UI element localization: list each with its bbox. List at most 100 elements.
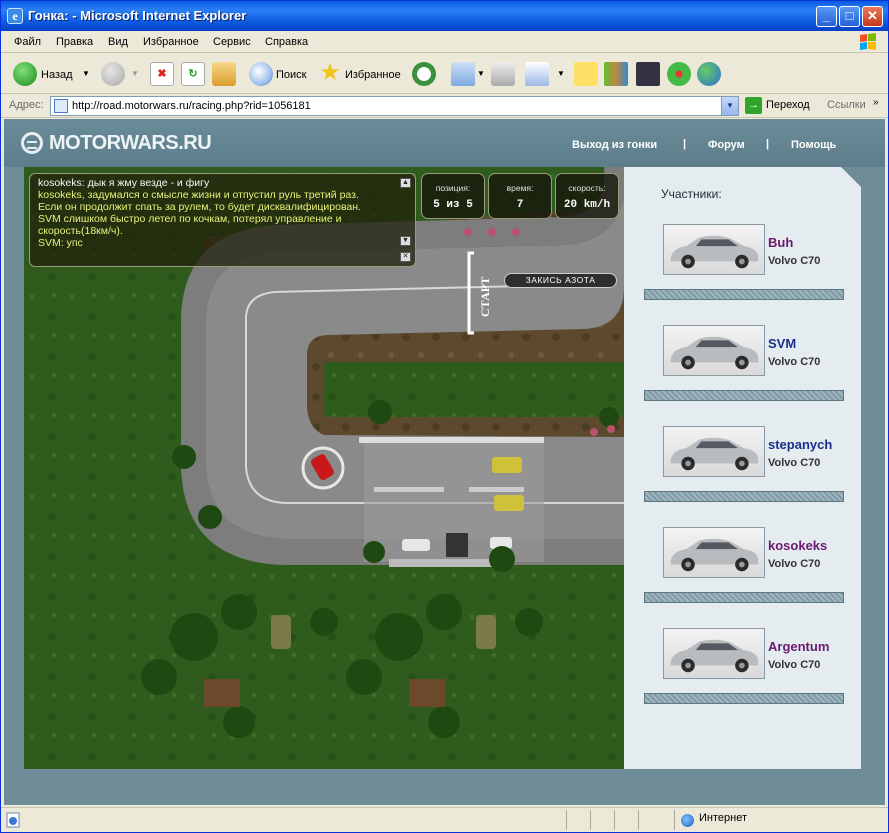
research-button[interactable]: [602, 58, 630, 90]
back-arrow-icon: [13, 62, 37, 86]
edit-dropdown-icon[interactable]: ▼: [557, 69, 565, 78]
status-divider: [638, 810, 639, 830]
menu-bar: Файл Правка Вид Избранное Сервис Справка: [1, 31, 888, 53]
search-button[interactable]: Поиск: [247, 58, 309, 90]
participant-name[interactable]: stepanych: [768, 437, 832, 452]
search-icon: [249, 62, 273, 86]
star-icon: ★: [319, 59, 341, 86]
media-button[interactable]: [634, 58, 662, 90]
history-icon: [412, 62, 436, 86]
menu-tools[interactable]: Сервис: [213, 36, 251, 48]
progress-bar: [644, 390, 844, 401]
progress-bar: [644, 592, 844, 603]
address-dropdown-icon[interactable]: ▼: [721, 97, 738, 115]
chat-line: SVM: упс: [38, 237, 83, 249]
progress-bar: [644, 693, 844, 704]
participant-card[interactable]: stepanych Volvo C70: [644, 426, 844, 516]
participant-name[interactable]: kosokeks: [768, 538, 827, 553]
edit-button[interactable]: ▼: [523, 58, 567, 90]
forward-dropdown-icon[interactable]: ▼: [131, 69, 139, 78]
stop-icon: ✖: [150, 62, 174, 86]
participants-panel: Участники: Buh Volvo C70 SVM Volvo C70 s…: [624, 167, 861, 769]
site-logo[interactable]: MOTORWARS.RU: [49, 132, 212, 155]
start-line-label: СТАРТ: [478, 276, 492, 317]
internet-globe-icon: [681, 814, 694, 827]
discuss-button[interactable]: [572, 58, 600, 90]
mail-icon: [451, 62, 475, 86]
participant-card[interactable]: Buh Volvo C70: [644, 224, 844, 314]
nitro-button[interactable]: ЗАКИСЬ АЗОТА: [504, 273, 617, 288]
participants-title: Участники:: [661, 187, 722, 201]
nav-forum[interactable]: Форум: [708, 139, 745, 151]
toolbar: Назад ▼ ▼ ✖ ↻ Поиск ★ Избранное ▼ ▼: [1, 54, 888, 94]
minimize-button[interactable]: _: [816, 6, 837, 27]
print-button[interactable]: [489, 58, 517, 90]
stop-button[interactable]: ✖: [148, 58, 174, 90]
participant-name[interactable]: SVM: [768, 336, 796, 351]
status-divider: [614, 810, 615, 830]
car-image: [663, 325, 765, 376]
participant-name[interactable]: Buh: [768, 235, 793, 250]
edit-page-icon: [525, 62, 549, 86]
participant-card[interactable]: Argentum Volvo C70: [644, 628, 844, 718]
car-image: [663, 426, 765, 477]
page-content: MOTORWARS.RU Выход из гонки | Форум | По…: [4, 119, 885, 805]
time-value: 7: [516, 199, 524, 211]
chat-scroll-down-icon[interactable]: ▼: [400, 236, 411, 246]
go-arrow-icon: →: [745, 97, 762, 114]
chat-close-icon[interactable]: ✕: [400, 252, 411, 262]
chat-messages: kosokeks: дык я жму везде - и фигу kosok…: [38, 177, 398, 249]
nav-help[interactable]: Помощь: [791, 139, 836, 151]
forward-arrow-icon: [101, 62, 125, 86]
maximize-button[interactable]: □: [839, 6, 860, 27]
participant-car: Volvo C70: [768, 659, 821, 671]
address-input[interactable]: http://road.motorwars.ru/racing.php?rid=…: [50, 96, 739, 116]
participant-card[interactable]: kosokeks Volvo C70: [644, 527, 844, 617]
menu-edit[interactable]: Правка: [56, 36, 93, 48]
back-button[interactable]: Назад ▼: [9, 58, 90, 90]
refresh-button[interactable]: ↻: [179, 58, 205, 90]
participant-card[interactable]: SVM Volvo C70: [644, 325, 844, 415]
page-favicon: [54, 99, 68, 113]
race-track-view[interactable]: kosokeks: дык я жму везде - и фигу kosok…: [24, 167, 624, 769]
menu-favorites[interactable]: Избранное: [143, 36, 199, 48]
icq-button[interactable]: [665, 58, 693, 90]
panel-corner: [841, 167, 861, 187]
menu-help[interactable]: Справка: [265, 36, 308, 48]
participant-car: Volvo C70: [768, 356, 821, 368]
home-button[interactable]: [210, 58, 238, 90]
address-bar: Адрес: http://road.motorwars.ru/racing.p…: [1, 94, 888, 118]
links-button[interactable]: Ссылки: [827, 99, 866, 111]
title-bar[interactable]: e Гонка: - Microsoft Internet Explorer _…: [1, 1, 888, 31]
menu-view[interactable]: Вид: [108, 36, 128, 48]
books-icon: [604, 62, 628, 86]
mail-button[interactable]: ▼: [449, 58, 485, 90]
mail-dropdown-icon[interactable]: ▼: [477, 69, 485, 78]
address-url[interactable]: http://road.motorwars.ru/racing.php?rid=…: [72, 100, 311, 112]
messenger-button[interactable]: [695, 58, 723, 90]
participant-car: Volvo C70: [768, 457, 821, 469]
ie-icon: e: [7, 8, 23, 24]
chat-line: скорость(18км/ч).: [38, 225, 123, 237]
back-dropdown-icon[interactable]: ▼: [82, 69, 90, 78]
time-label: время:: [506, 183, 534, 193]
progress-bar: [644, 491, 844, 502]
progress-bar: [644, 289, 844, 300]
history-button[interactable]: [410, 58, 438, 90]
chat-line: SVM слишком быстро летел по кочкам, поте…: [38, 213, 342, 225]
car-image: [663, 224, 765, 275]
links-chevron-icon[interactable]: »: [873, 97, 879, 108]
nav-separator: |: [683, 138, 687, 150]
close-button[interactable]: ✕: [862, 6, 883, 27]
chat-scroll-up-icon[interactable]: ▲: [400, 178, 411, 188]
note-icon: [574, 62, 598, 86]
nav-exit-race[interactable]: Выход из гонки: [572, 139, 657, 151]
forward-button[interactable]: ▼: [97, 58, 141, 90]
time-stat: время: 7: [488, 173, 552, 219]
menu-file[interactable]: Файл: [14, 36, 41, 48]
chat-line: kosokeks: дык я жму везде - и фигу: [38, 177, 210, 189]
participant-name[interactable]: Argentum: [768, 639, 829, 654]
go-button[interactable]: → Переход: [745, 97, 817, 115]
position-label: позиция:: [435, 183, 471, 193]
favorites-button[interactable]: ★ Избранное: [316, 58, 404, 90]
